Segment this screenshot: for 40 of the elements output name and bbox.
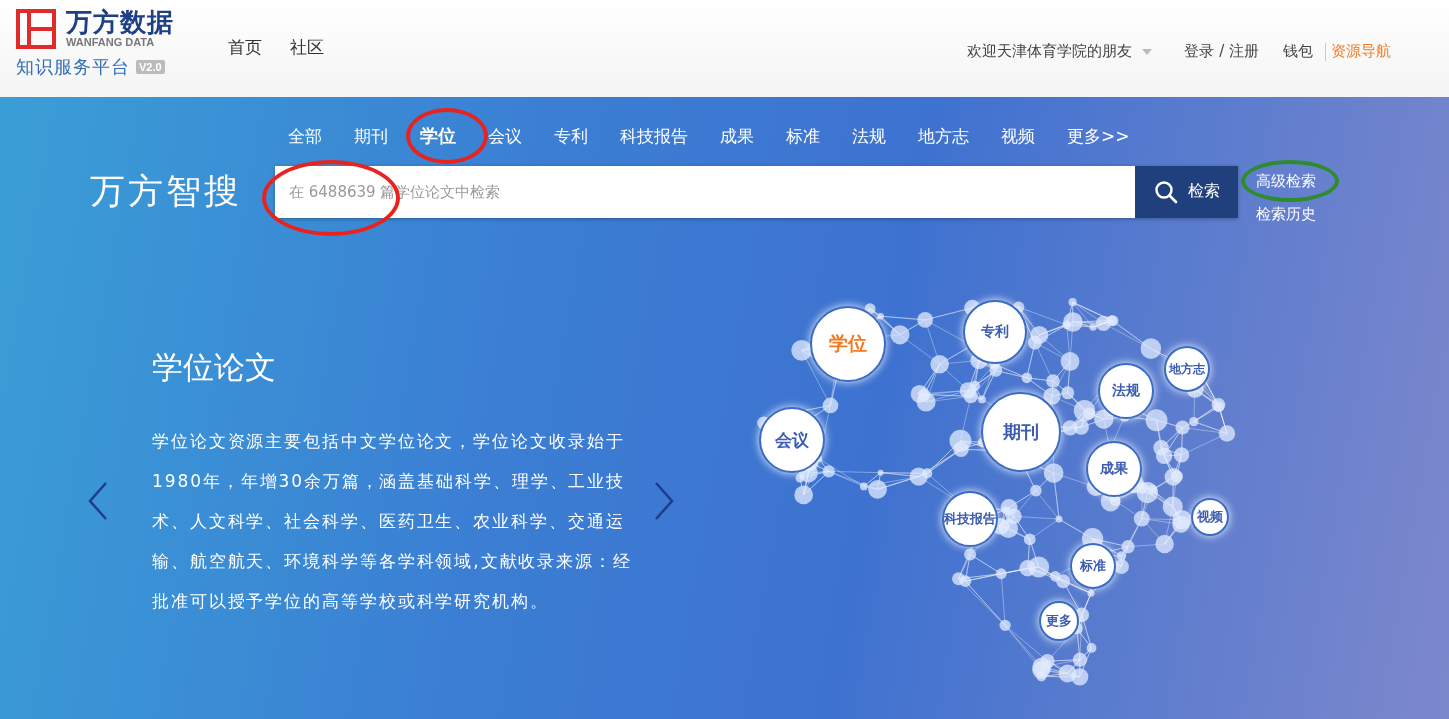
category-tab[interactable]: 会议	[472, 123, 538, 149]
category-tab[interactable]: 科技报告	[604, 123, 704, 149]
category-bubble[interactable]: 科技报告	[942, 491, 998, 547]
category-bubble[interactable]: 标准	[1070, 543, 1116, 589]
search-brand: 万方智搜	[90, 170, 243, 213]
category-tab[interactable]: 视频	[985, 123, 1051, 149]
category-bubble[interactable]: 专利	[963, 300, 1027, 364]
advanced-search-link[interactable]: 高级检索	[1256, 172, 1316, 191]
category-tab[interactable]: 成果	[704, 123, 770, 149]
category-tab[interactable]: 期刊	[338, 123, 404, 149]
section-title: 学位论文	[152, 348, 277, 387]
category-bubble[interactable]: 地方志	[1164, 346, 1210, 392]
category-bubble[interactable]: 期刊	[981, 392, 1061, 472]
category-bubble[interactable]: 成果	[1086, 441, 1142, 497]
category-tab[interactable]: 专利	[538, 123, 604, 149]
nav-link[interactable]: 首页	[228, 36, 262, 59]
category-bubble[interactable]: 视频	[1191, 498, 1229, 536]
category-bubble[interactable]: 会议	[759, 407, 825, 473]
search-history-link[interactable]: 检索历史	[1256, 205, 1316, 224]
category-tab[interactable]: 更多>>	[1051, 123, 1146, 149]
caret-icon[interactable]	[1142, 48, 1153, 55]
welcome-dropdown[interactable]: 欢迎天津体育学院的朋友	[967, 42, 1133, 61]
platform-name: 知识服务平台	[16, 55, 130, 79]
category-tab[interactable]: 法规	[836, 123, 902, 149]
category-bubble[interactable]: 更多	[1039, 601, 1079, 641]
category-tab[interactable]: 全部	[272, 123, 338, 149]
search-button[interactable]: 检索	[1135, 165, 1238, 218]
wallet-link[interactable]: 钱包	[1283, 42, 1313, 61]
category-tab[interactable]: 地方志	[902, 123, 985, 149]
section-description: 学位论文资源主要包括中文学位论文，学位论文收录始于1980年，年增30余万篇，涵盖基础科学、理学、工业技术、人文科学、社会科学、医药卫生、农业科学、交通运输、航空航天、环境科学等各学科领域,文献收录来源：经批准可以授予学位的高等学校或科学研究机构。	[152, 430, 633, 613]
version-badge: V2.0	[136, 60, 165, 74]
login-link[interactable]: 登录 / 注册	[1184, 42, 1259, 61]
logo-icon	[16, 8, 56, 49]
category-tab[interactable]: 标准	[770, 123, 836, 149]
category-tab[interactable]: 学位	[404, 123, 472, 149]
search-icon	[1153, 179, 1178, 204]
brand-name: 万方数据	[66, 8, 174, 36]
brand-name-en: WANFANG DATA	[66, 36, 156, 49]
category-bubble[interactable]: 法规	[1098, 363, 1154, 419]
nav-link[interactable]: 社区	[290, 36, 324, 59]
